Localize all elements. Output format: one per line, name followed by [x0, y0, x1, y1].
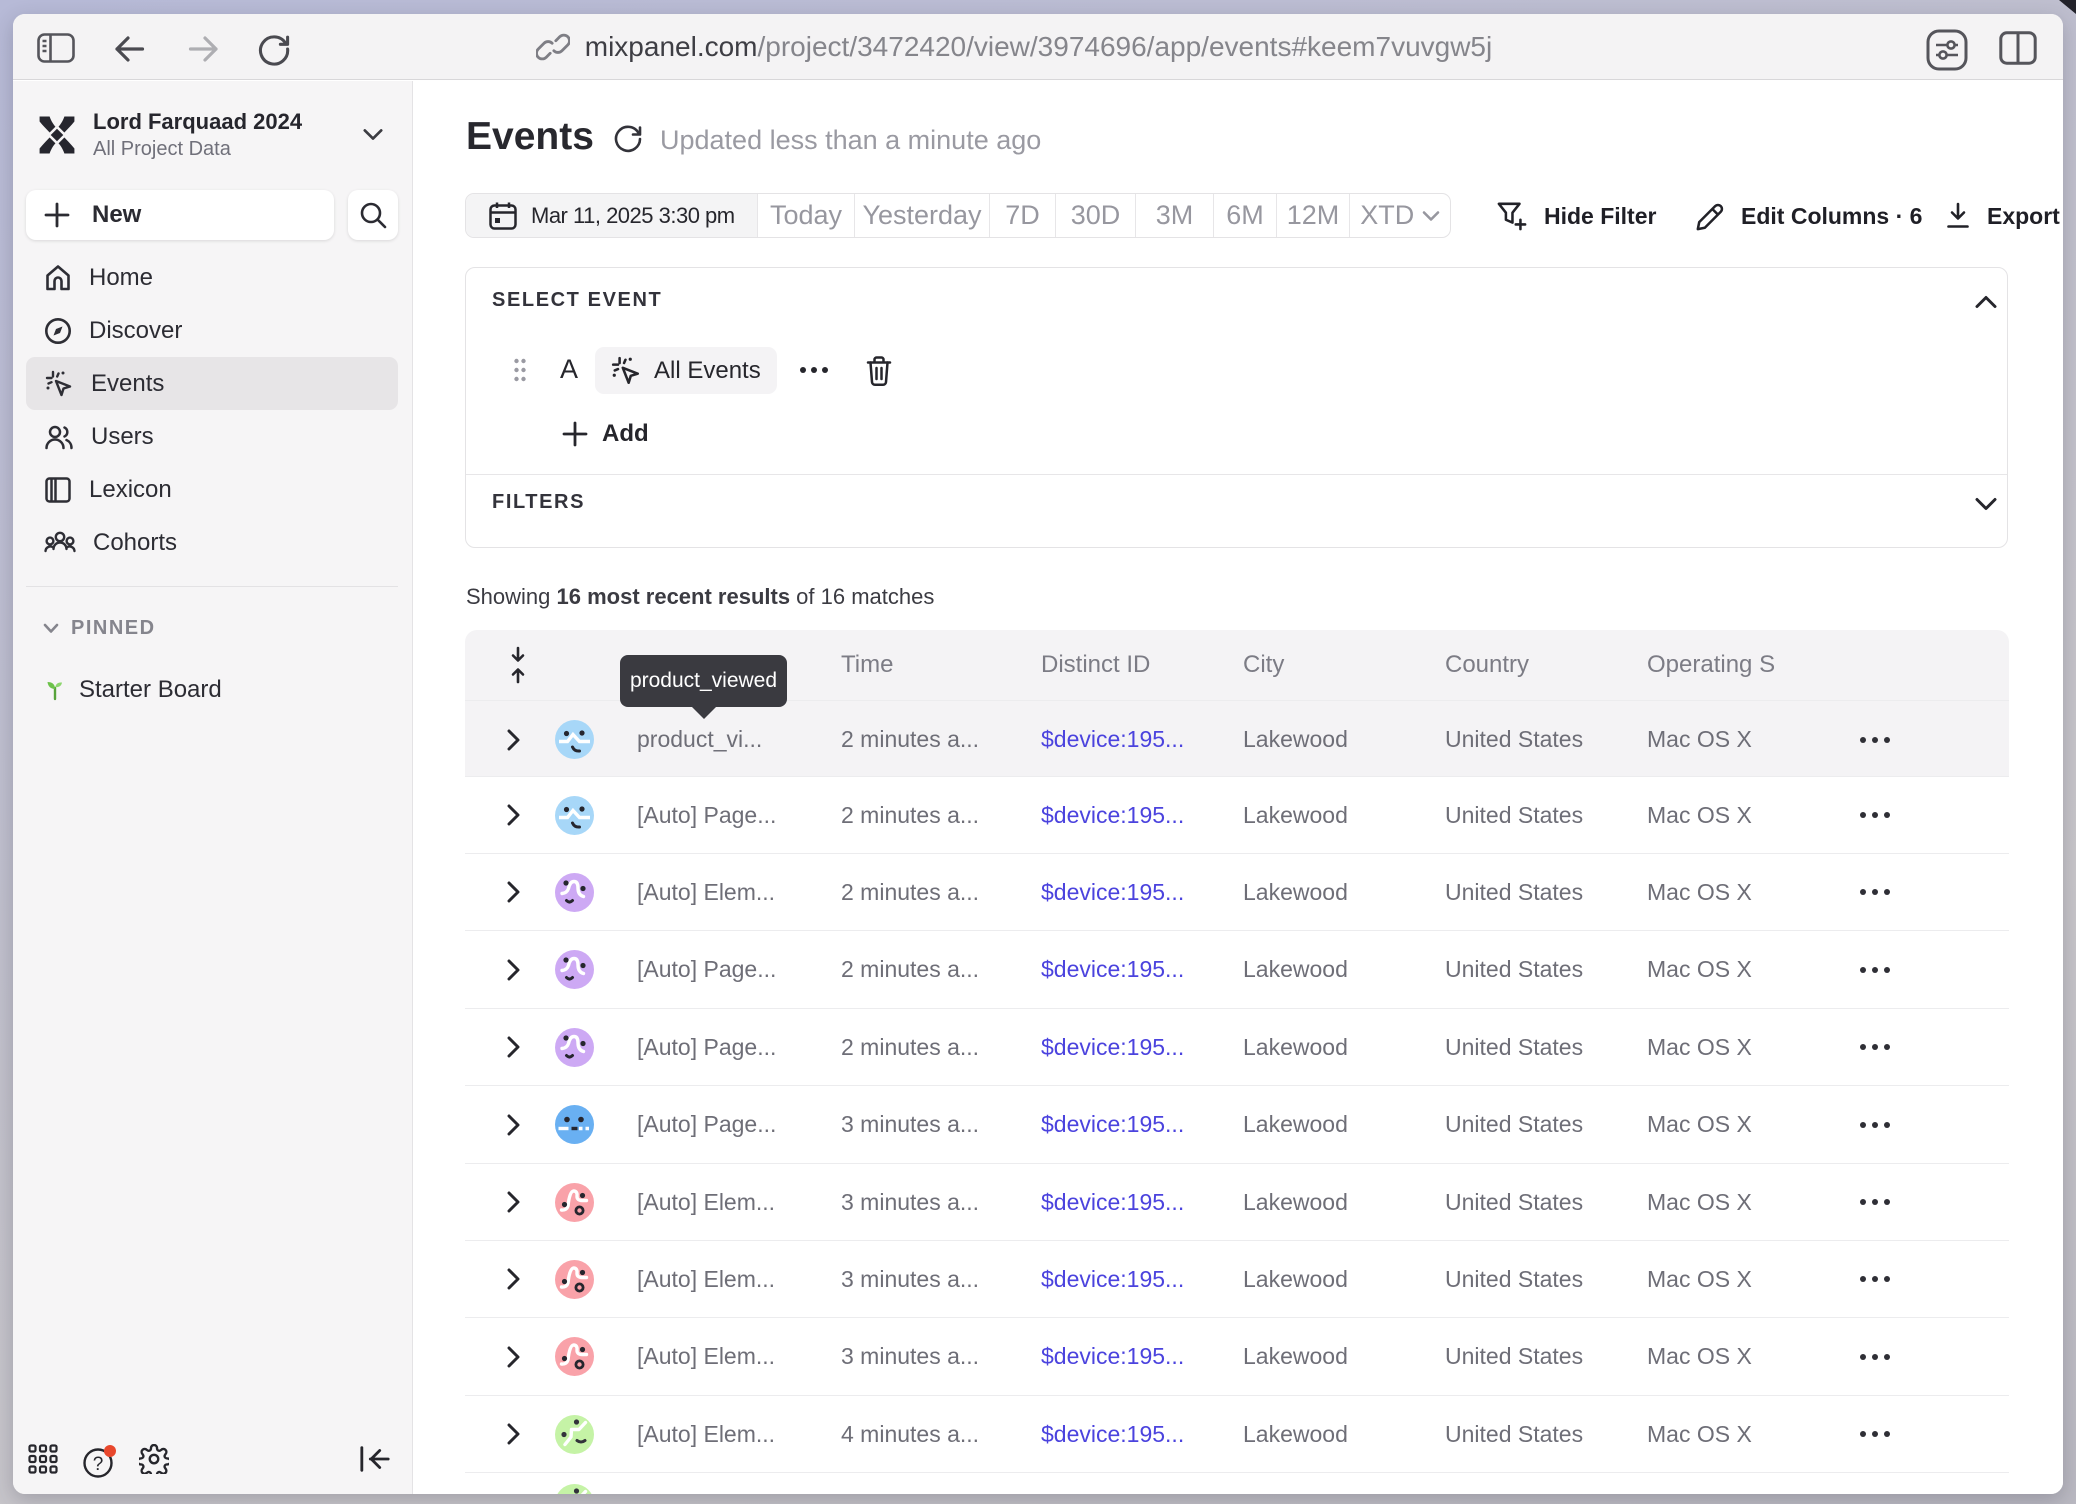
svg-text:?: ? [93, 1454, 104, 1475]
